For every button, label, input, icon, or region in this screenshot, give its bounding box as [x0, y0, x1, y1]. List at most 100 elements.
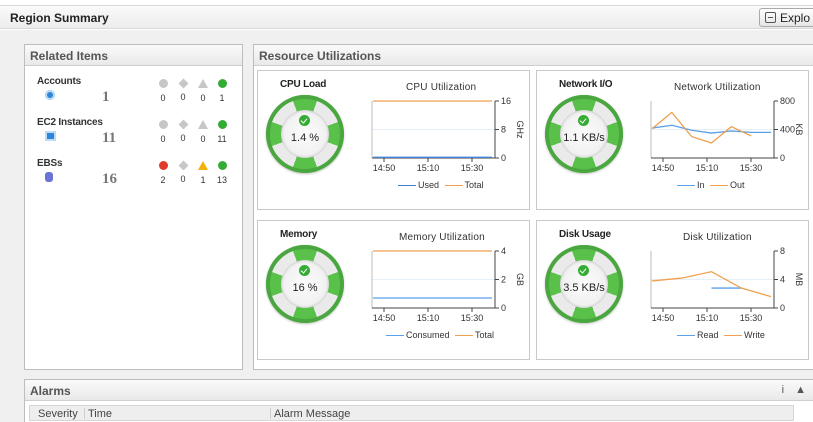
y-tick-label: 2	[501, 275, 506, 285]
legend-label: Total	[475, 330, 495, 340]
status-count[interactable]: 0	[176, 119, 190, 143]
account-icon	[45, 90, 55, 100]
y-tick-label: 16	[501, 96, 511, 106]
legend-label: Total	[464, 180, 484, 190]
group-count[interactable]: 1	[102, 89, 110, 106]
page-title: Region Summary	[10, 11, 109, 25]
gauge-value: 1.4 %	[290, 132, 320, 144]
legend-swatch	[710, 185, 729, 187]
y-axis-unit: MB	[794, 273, 804, 287]
gauge-value: 16 %	[292, 282, 318, 294]
gauge[interactable]: 1.1 KB/s	[545, 95, 623, 173]
critical-icon	[158, 120, 168, 129]
group-count[interactable]: 16	[102, 171, 117, 188]
major-icon	[178, 160, 188, 171]
x-tick-label: 15:30	[461, 313, 484, 323]
y-tick-label: 4	[501, 246, 506, 256]
resource-card[interactable]: Network I/O 1.1 KB/s Network Utilization…	[536, 70, 809, 210]
y-tick-label: 8	[501, 125, 506, 135]
utilization-chart: 800 400 0 KB 14:50 15:10 15:30	[650, 96, 804, 173]
group-title: EC2 Instances	[37, 117, 103, 128]
x-tick-label: 14:50	[373, 163, 396, 173]
chart-title: Memory Utilization	[399, 232, 485, 243]
resource-utilizations-title: Resource Utilizations	[254, 45, 813, 66]
status-count[interactable]: 1	[196, 161, 210, 185]
legend-swatch	[444, 185, 463, 187]
legend-label: Read	[697, 330, 719, 340]
alarm-header-controls: i ▲	[782, 384, 810, 396]
column-divider	[84, 408, 85, 419]
x-tick-label: 14:50	[373, 313, 396, 323]
collapse-icon[interactable]: ▲	[795, 384, 810, 396]
x-tick-label: 14:50	[652, 313, 675, 323]
major-icon	[178, 119, 188, 130]
legend-item: Write	[724, 330, 765, 340]
y-axis-unit: KB	[794, 123, 804, 135]
legend-item: In	[677, 180, 705, 190]
gauge-value: 1.1 KB/s	[563, 132, 605, 144]
ok-icon	[217, 161, 227, 170]
chart-legend: Read Write	[677, 330, 768, 340]
legend-item: Out	[710, 180, 745, 190]
legend-item: Consumed	[386, 330, 450, 340]
x-tick-label: 15:10	[417, 313, 440, 323]
column-time[interactable]: Time	[88, 408, 112, 420]
status-count[interactable]: 0	[156, 79, 170, 103]
x-tick-label: 15:10	[696, 313, 719, 323]
gauge[interactable]: 1.4 %	[266, 95, 344, 173]
column-alarm-message[interactable]: Alarm Message	[274, 408, 350, 420]
utilization-chart: 4 2 0 GB 14:50 15:10 15:30	[371, 246, 525, 323]
status-count[interactable]: 0	[156, 120, 170, 144]
ok-icon	[217, 79, 227, 88]
warning-icon	[198, 120, 208, 129]
status-count-value: 0	[160, 134, 166, 144]
resource-card[interactable]: Disk Usage 3.5 KB/s Disk Utilization Rea…	[536, 220, 809, 360]
ok-check-icon	[578, 265, 589, 276]
status-count-value: 1	[219, 93, 225, 103]
column-severity[interactable]: Severity	[38, 408, 78, 420]
status-count[interactable]: 0	[196, 120, 210, 144]
status-count-value: 2	[160, 175, 166, 185]
y-tick-label: 8	[780, 246, 785, 256]
resource-card[interactable]: CPU Load 1.4 % CPU Utilization Used Tota…	[257, 70, 530, 210]
status-count[interactable]: 11	[215, 120, 229, 144]
alarms-title: Alarms	[25, 380, 813, 401]
resource-card[interactable]: Memory 16 % Memory Utilization Consumed …	[257, 220, 530, 360]
instance-icon	[45, 131, 56, 141]
group-count[interactable]: 11	[102, 130, 116, 147]
status-count[interactable]: 2	[156, 161, 170, 185]
status-count-value: 0	[180, 174, 186, 184]
status-count-value: 13	[216, 175, 227, 185]
critical-icon	[158, 79, 168, 88]
card-title: CPU Load	[280, 79, 327, 90]
status-count[interactable]: 0	[196, 79, 210, 103]
warning-icon	[198, 79, 208, 88]
legend-label: Out	[730, 180, 745, 190]
status-count[interactable]: 0	[176, 78, 190, 102]
gauge[interactable]: 3.5 KB/s	[545, 245, 623, 323]
legend-swatch	[386, 335, 404, 337]
volume-icon	[45, 172, 53, 182]
resource-utilizations-panel: Resource Utilizations CPU Load 1.4 % CPU…	[253, 44, 813, 370]
x-tick-label: 15:10	[696, 163, 719, 173]
gauge-value: 3.5 KB/s	[563, 282, 605, 294]
info-icon[interactable]: i	[782, 384, 788, 396]
status-count[interactable]: 13	[215, 161, 229, 185]
status-count[interactable]: 1	[215, 79, 229, 103]
legend-item: Read	[677, 330, 719, 340]
legend-item: Used	[398, 180, 439, 190]
card-title: Network I/O	[559, 79, 613, 90]
x-tick-label: 15:30	[740, 313, 763, 323]
explore-button[interactable]: Explo	[759, 8, 813, 27]
legend-label: Write	[744, 330, 765, 340]
chart-legend: Used Total	[398, 180, 487, 190]
utilization-chart: 16 8 0 GHz 14:50 15:10 15:30	[371, 96, 525, 173]
gauge[interactable]: 16 %	[266, 245, 344, 323]
group-title: Accounts	[37, 76, 81, 87]
status-count[interactable]: 0	[176, 160, 190, 184]
chart-legend: In Out	[677, 180, 748, 190]
related-items-title: Related Items	[25, 45, 242, 66]
ok-icon	[217, 120, 227, 129]
legend-swatch	[677, 335, 695, 337]
y-axis-unit: GHz	[515, 121, 525, 140]
